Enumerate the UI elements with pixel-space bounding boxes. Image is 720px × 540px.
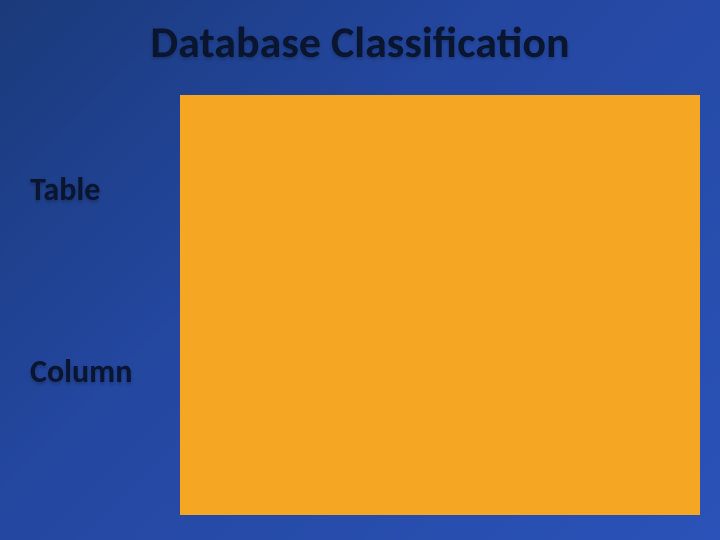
slide-title: Database Classification <box>0 15 720 69</box>
label-column: Column <box>30 352 132 391</box>
content-panel <box>180 95 700 515</box>
label-table: Table <box>30 170 100 209</box>
